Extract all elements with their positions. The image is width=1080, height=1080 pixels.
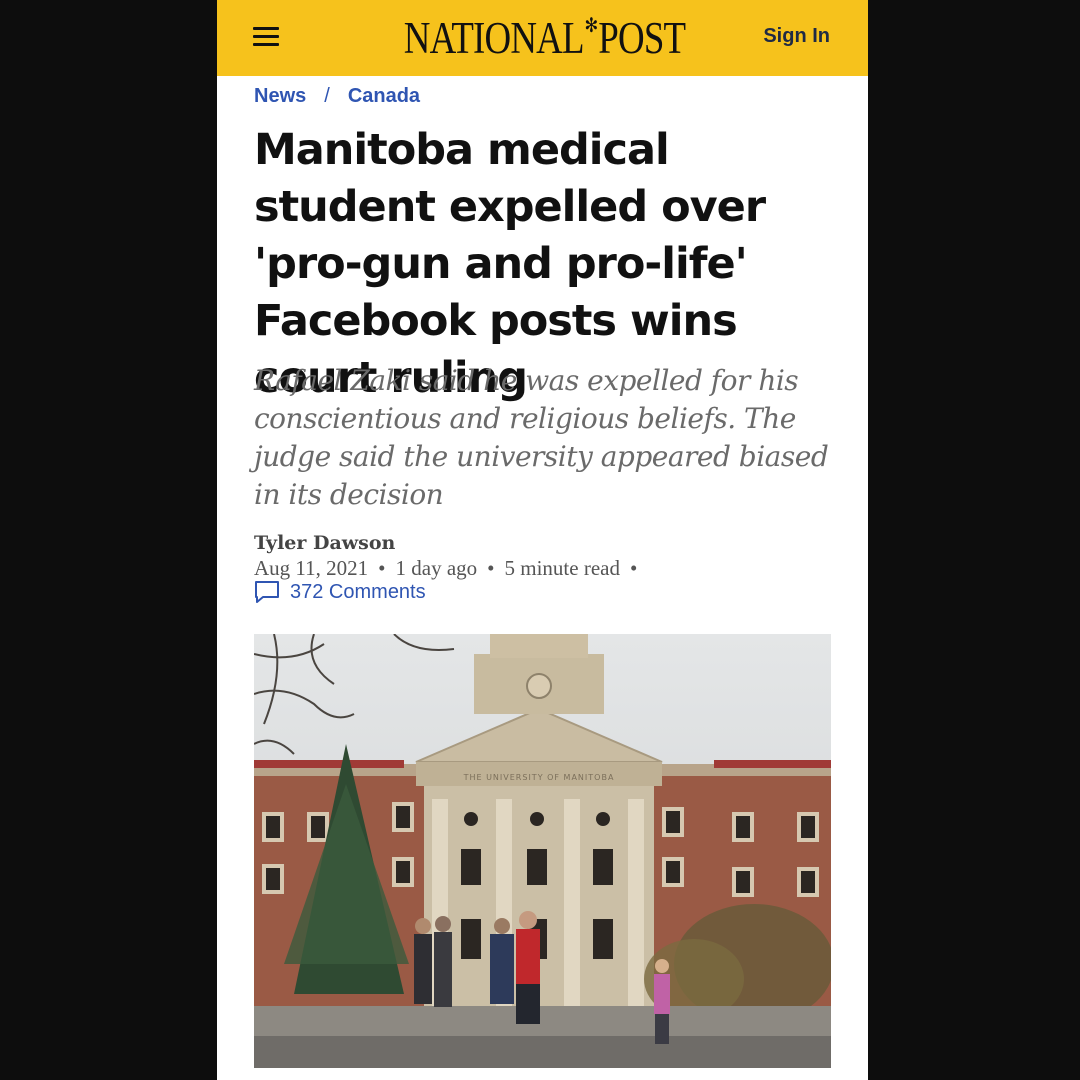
publish-date: Aug 11, 2021	[254, 556, 369, 580]
comment-bubble-icon	[255, 581, 279, 603]
logo-text-post: POST	[598, 13, 686, 63]
maple-leaf-icon: ✻	[584, 15, 599, 37]
university-building-image: THE UNIVERSITY OF MANITOBA	[254, 634, 831, 1068]
article-photo[interactable]: THE UNIVERSITY OF MANITOBA	[254, 634, 831, 1068]
breadcrumb-news-link[interactable]: News	[254, 85, 306, 107]
author-name[interactable]: Tyler Dawson	[254, 532, 395, 554]
logo-text-national: NATIONAL	[403, 13, 585, 63]
meta-separator: •	[629, 556, 638, 580]
svg-text:THE UNIVERSITY OF MANITOBA: THE UNIVERSITY OF MANITOBA	[463, 773, 615, 782]
article-meta: Aug 11, 2021 • 1 day ago • 5 minute read •	[254, 556, 647, 581]
breadcrumb: News / Canada	[254, 85, 420, 108]
article-deck: Rafael Zaki said he was expelled for his…	[254, 364, 829, 511]
sign-in-button[interactable]: Sign In	[763, 25, 830, 48]
read-time: 5 minute read	[504, 556, 620, 580]
breadcrumb-separator: /	[324, 85, 330, 107]
top-navigation-bar: NATIONAL ✻ POST Sign In	[217, 0, 868, 76]
hamburger-menu-icon[interactable]	[253, 26, 279, 48]
comments-link[interactable]: 372 Comments	[254, 580, 426, 604]
article-screen: NATIONAL ✻ POST Sign In News / Canada Manito…	[217, 0, 868, 1080]
breadcrumb-canada-link[interactable]: Canada	[348, 85, 420, 107]
national-post-logo[interactable]: NATIONAL ✻ POST	[404, 14, 686, 62]
meta-separator: •	[378, 556, 386, 580]
meta-separator: •	[487, 556, 495, 580]
comments-count-label: 372 Comments	[290, 580, 426, 603]
relative-time: 1 day ago	[395, 556, 478, 580]
